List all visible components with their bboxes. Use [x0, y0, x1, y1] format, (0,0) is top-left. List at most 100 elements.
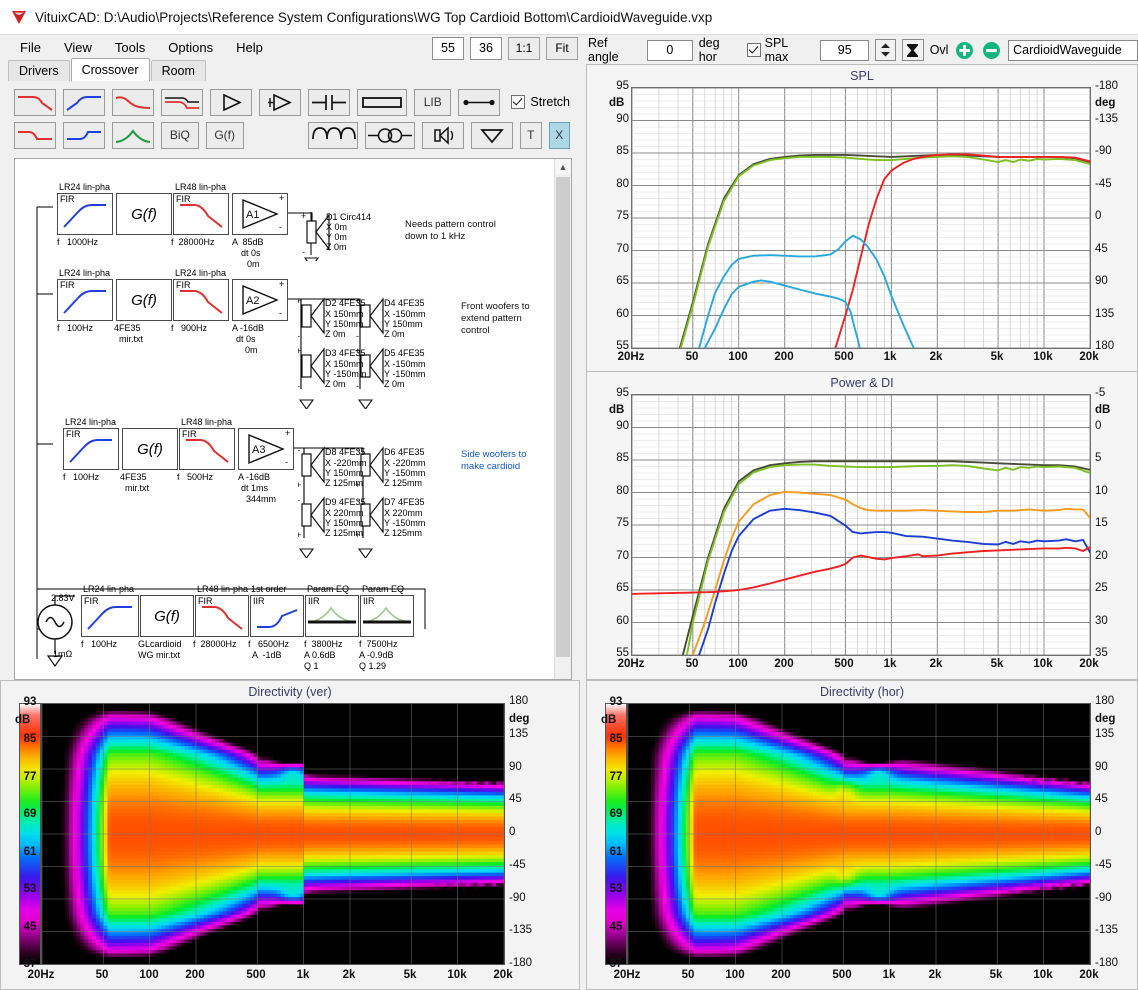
- svg-text:A3: A3: [252, 444, 265, 456]
- branch4-block4-gain: A -1dB: [252, 650, 282, 660]
- branch3-fir-highpass-block[interactable]: FIR: [63, 428, 119, 470]
- driver-d2-name: D2 4FE35: [325, 298, 366, 308]
- branch1-fir-lowpass-block[interactable]: FIR: [173, 193, 229, 235]
- spl-max-checkbox[interactable]: SPL max: [747, 36, 815, 64]
- menu-file[interactable]: File: [10, 38, 54, 57]
- colorbar-tick-label: 85: [605, 733, 627, 745]
- branch4-gf-block[interactable]: G(f): [140, 595, 194, 637]
- lowshelf-button[interactable]: [14, 122, 56, 149]
- inductor-button[interactable]: [308, 122, 358, 149]
- directivity-ver-heatmap[interactable]: [41, 703, 505, 965]
- transfer-function-button[interactable]: G(f): [206, 122, 244, 149]
- spl-max-input[interactable]: 95: [820, 40, 869, 61]
- driver-d2-x: X 150mm: [325, 309, 364, 319]
- svg-text:-: -: [356, 381, 359, 391]
- directivity-ver-panel[interactable]: Directivity (ver) 9385776961534537 dB 18…: [0, 680, 580, 990]
- bandpass-filter-button[interactable]: [112, 89, 154, 116]
- branch3-gf-block[interactable]: G(f): [122, 428, 178, 470]
- ref-angle-input[interactable]: 0: [647, 40, 693, 61]
- axis-tick-label: 90: [1095, 761, 1108, 773]
- branch4-param-eq-2-block[interactable]: IIR: [360, 595, 414, 637]
- ovl-label: Ovl: [930, 43, 949, 57]
- axis-tick-label: 50: [80, 969, 124, 981]
- branch3-amp-block[interactable]: A3 + -: [238, 428, 294, 470]
- axis-tick-label: 20Hz: [19, 969, 63, 981]
- menu-view[interactable]: View: [54, 38, 105, 57]
- driver-d2-z: Z 0m: [325, 329, 346, 339]
- peak-eq-button[interactable]: [112, 122, 154, 149]
- scroll-up-icon[interactable]: ▲: [555, 159, 571, 175]
- driver-d3-x: X 150mm: [325, 359, 364, 369]
- wire-button[interactable]: [458, 89, 500, 116]
- menu-options[interactable]: Options: [158, 38, 226, 57]
- scrollbar-thumb[interactable]: [556, 177, 570, 657]
- branch4-iir-highpass-block[interactable]: IIR: [250, 595, 304, 637]
- axis-tick-label: -90: [1095, 145, 1112, 157]
- branch4-fir-lowpass-block[interactable]: FIR: [195, 595, 249, 637]
- spl-chart-panel[interactable]: SPL 556065707580859095 -180-135-90-45045…: [586, 64, 1138, 373]
- driver-button[interactable]: [422, 122, 464, 149]
- inverting-gain-button[interactable]: [259, 89, 301, 116]
- branch2-amp-block[interactable]: A2 + -: [232, 279, 288, 321]
- axis-tick-label: 180: [509, 695, 528, 707]
- stretch-checkbox[interactable]: Stretch: [511, 95, 570, 109]
- delete-button[interactable]: X: [549, 122, 571, 149]
- schematic-canvas[interactable]: LR24 lin-pha FIR f 1000Hz G(f) LR48 lin-…: [15, 159, 555, 679]
- zoom-width-input[interactable]: 55: [432, 37, 464, 60]
- branch1-block3-value: f 28000Hz: [171, 237, 215, 247]
- tab-room[interactable]: Room: [151, 60, 206, 81]
- resistor-button[interactable]: [357, 89, 407, 116]
- block-tag: FIR: [176, 280, 191, 290]
- zoom-one-to-one-button[interactable]: 1:1: [508, 37, 540, 60]
- checkbox-icon: [747, 43, 761, 57]
- power-di-plot-area[interactable]: [631, 394, 1091, 656]
- up-down-spinner-icon[interactable]: [875, 39, 896, 61]
- branch2-fir-highpass-block[interactable]: FIR: [57, 279, 113, 321]
- tab-drivers[interactable]: Drivers: [8, 60, 70, 81]
- capacitor-button[interactable]: [308, 89, 350, 116]
- library-button[interactable]: LIB: [414, 89, 451, 116]
- axis-tick-label: 2k: [914, 351, 958, 363]
- gain-block-button[interactable]: [210, 89, 252, 116]
- branch4-fir-highpass-block[interactable]: FIR: [81, 595, 139, 637]
- branch1-amp-delay: dt 0s: [241, 248, 261, 258]
- text-button[interactable]: T: [520, 122, 542, 149]
- biquad-button[interactable]: BiQ: [161, 122, 199, 149]
- zoom-height-input[interactable]: 36: [470, 37, 502, 60]
- highpass-filter-button[interactable]: [63, 89, 105, 116]
- power-di-chart-panel[interactable]: Power & DI 556065707580859095 -505101520…: [586, 371, 1138, 680]
- lowpass-filter-button[interactable]: [14, 89, 56, 116]
- highshelf-button[interactable]: [63, 122, 105, 149]
- branch3-block1-value: f 100Hz: [63, 472, 99, 482]
- crossover-toolbar-row-1: LIB Stretch: [14, 88, 570, 116]
- remove-overlay-button[interactable]: [981, 40, 1002, 61]
- menu-tools[interactable]: Tools: [105, 38, 158, 57]
- branch3-fir-lowpass-block[interactable]: FIR: [179, 428, 235, 470]
- branch2-fir-lowpass-block[interactable]: FIR: [173, 279, 229, 321]
- branch4-param-eq-1-block[interactable]: IIR: [305, 595, 359, 637]
- transformer-button[interactable]: [365, 122, 415, 149]
- branch2-gf-block[interactable]: G(f): [116, 279, 172, 321]
- title-bar: VituixCAD: D:\Audio\Projects\Reference S…: [0, 0, 1138, 35]
- zoom-fit-button[interactable]: Fit: [546, 37, 578, 60]
- branch1-fir-highpass-block[interactable]: FIR: [57, 193, 113, 235]
- menu-help[interactable]: Help: [226, 38, 276, 57]
- hourglass-icon[interactable]: [902, 39, 924, 61]
- directivity-hor-panel[interactable]: Directivity (hor) 9385776961534537 dB 18…: [586, 680, 1138, 990]
- shelf-filter-button[interactable]: [161, 89, 203, 116]
- branch1-amp-block[interactable]: A1 + -: [232, 193, 288, 235]
- axis-tick-label: -45: [509, 859, 526, 871]
- axis-tick-label: 90: [509, 761, 522, 773]
- ground-button[interactable]: [471, 122, 513, 149]
- crossover-schematic-panel[interactable]: LR24 lin-pha FIR f 1000Hz G(f) LR48 lin-…: [14, 158, 572, 680]
- directivity-hor-heatmap[interactable]: [627, 703, 1091, 965]
- branch1-gf-block[interactable]: G(f): [116, 193, 172, 235]
- add-overlay-button[interactable]: [954, 40, 975, 61]
- tab-crossover[interactable]: Crossover: [71, 58, 150, 81]
- axis-tick-label: 85: [603, 452, 629, 464]
- block-tag: FIR: [66, 429, 81, 439]
- schematic-vertical-scrollbar[interactable]: ▲: [554, 159, 571, 679]
- spl-plot-area[interactable]: [631, 87, 1091, 349]
- overlay-preset-input[interactable]: CardioidWaveguide: [1008, 40, 1138, 61]
- axis-tick-label: 20Hz: [609, 351, 653, 363]
